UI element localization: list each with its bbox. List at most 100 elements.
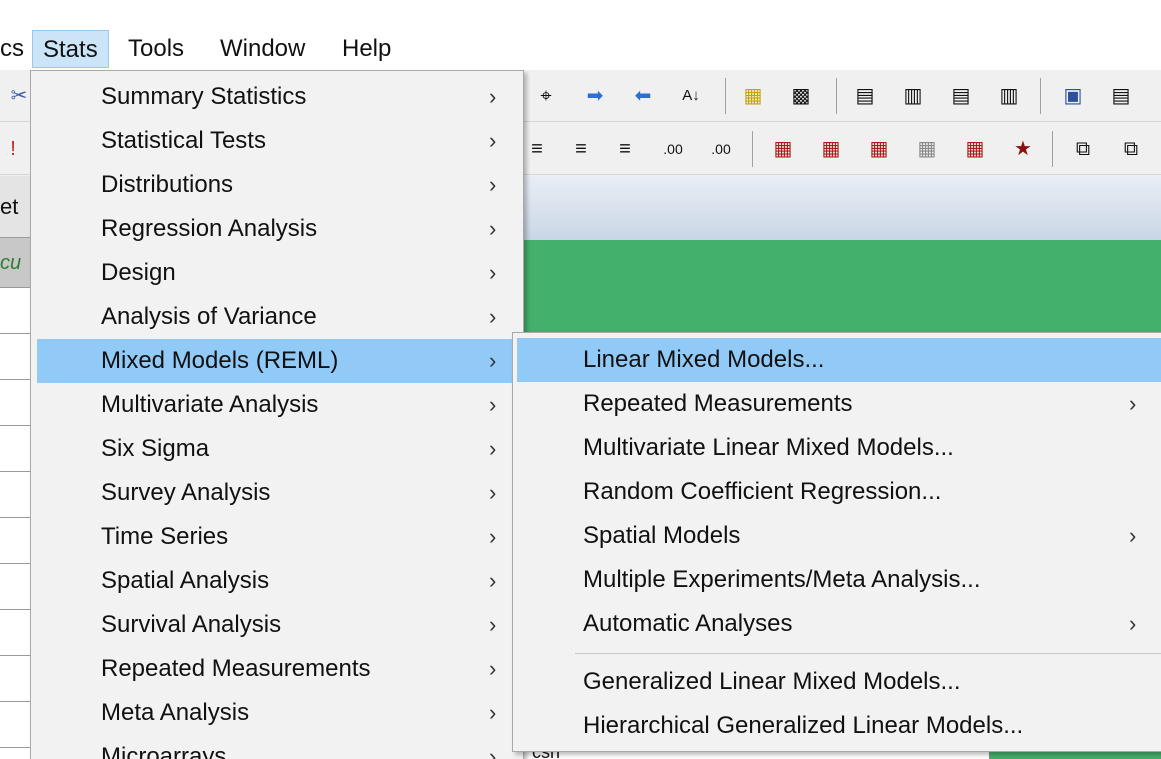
menu-item-spatial-models[interactable]: Spatial Models ›	[513, 514, 1161, 558]
chevron-right-icon: ›	[489, 568, 497, 593]
spreadsheet-icon[interactable]: ▦	[740, 83, 766, 109]
menu-item-multiple-experiments-meta-analysis[interactable]: Multiple Experiments/Meta Analysis...	[513, 558, 1161, 602]
chevron-right-icon: ›	[489, 172, 497, 197]
menu-item-regression-analysis[interactable]: Regression Analysis ›	[31, 207, 523, 251]
chevron-right-icon: ›	[489, 612, 497, 637]
chevron-right-icon: ›	[1129, 523, 1137, 548]
menu-item-label: Linear Mixed Models...	[583, 346, 825, 373]
menu-item-label: Repeated Measurements	[101, 655, 371, 682]
left-col-cell	[0, 288, 32, 334]
align-left-icon[interactable]: ≡	[524, 136, 550, 162]
menu-item-generalized-linear-mixed-models[interactable]: Generalized Linear Mixed Models...	[513, 660, 1161, 704]
menu-item-label: Six Sigma	[101, 435, 210, 462]
toolbar-separator	[1040, 78, 1041, 114]
menu-stats[interactable]: Stats	[32, 30, 109, 68]
menu-bar: cs Stats Tools Window Help	[0, 28, 1161, 70]
cut-icon[interactable]: ✂	[6, 83, 32, 109]
toolbar-separator	[836, 78, 837, 114]
menu-item-summary-statistics[interactable]: Summary Statistics ›	[31, 75, 523, 119]
menu-item-label: Analysis of Variance	[101, 303, 317, 330]
menu-item-linear-mixed-models[interactable]: Linear Mixed Models...	[517, 338, 1161, 382]
paste-icon[interactable]: ▤	[1108, 83, 1134, 109]
menu-item-design[interactable]: Design ›	[31, 251, 523, 295]
find-icon[interactable]: ⌖	[533, 83, 559, 109]
arrow-right-icon[interactable]: ➡	[582, 83, 608, 109]
chevron-right-icon: ›	[1129, 391, 1137, 416]
menu-item-label: Statistical Tests	[101, 127, 266, 154]
menu-item-hierarchical-generalized-linear-models[interactable]: Hierarchical Generalized Linear Models..…	[513, 704, 1161, 748]
menu-item-label: Time Series	[101, 523, 229, 550]
left-col-cell	[0, 426, 32, 472]
calculator-icon[interactable]: ▩	[788, 83, 814, 109]
align-right-icon[interactable]: ≡	[612, 136, 638, 162]
menu-item-label: Generalized Linear Mixed Models...	[583, 668, 961, 695]
delete-icon[interactable]: ▥	[996, 83, 1022, 109]
highlight-cells-icon[interactable]: ▦	[818, 136, 844, 162]
toolbar-separator	[752, 131, 753, 167]
left-col-cell	[0, 334, 32, 380]
left-col-cell	[0, 472, 32, 518]
menu-tools[interactable]: Tools	[118, 30, 194, 68]
factor-levels-icon[interactable]: ▦	[962, 136, 988, 162]
menu-help[interactable]: Help	[332, 30, 401, 68]
menu-item-label: Random Coefficient Regression...	[583, 478, 942, 505]
menu-item-multivariate-analysis[interactable]: Multivariate Analysis ›	[31, 383, 523, 427]
menu-item-label: Automatic Analyses	[583, 610, 793, 637]
menu-item-multivariate-linear-mixed-models[interactable]: Multivariate Linear Mixed Models...	[513, 426, 1161, 470]
paste-special-icon[interactable]: ⧉	[1118, 136, 1144, 162]
menu-item-survival-analysis[interactable]: Survival Analysis ›	[31, 603, 523, 647]
sort-az-icon[interactable]: A↓	[678, 83, 704, 109]
menu-item-label: Microarrays	[101, 743, 227, 759]
chevron-right-icon: ›	[489, 656, 497, 681]
menu-item-mixed-models-reml[interactable]: Mixed Models (REML) ›	[37, 339, 523, 383]
clear-cells-icon[interactable]: ▦	[914, 136, 940, 162]
chevron-right-icon: ›	[489, 744, 497, 759]
copy-data-icon[interactable]: ▣	[1060, 83, 1086, 109]
arrow-left-icon[interactable]: ⬅	[630, 83, 656, 109]
menu-item-random-coefficient-regression[interactable]: Random Coefficient Regression...	[513, 470, 1161, 514]
chevron-right-icon: ›	[489, 260, 497, 285]
decrease-decimals-icon[interactable]: .00	[660, 136, 686, 162]
chevron-right-icon: ›	[489, 700, 497, 725]
chevron-right-icon: ›	[489, 128, 497, 153]
stats-menu: Summary Statistics › Statistical Tests ›…	[30, 70, 524, 759]
spreadsheet-left-column: et cu	[0, 176, 32, 759]
menu-item-label: Survival Analysis	[101, 611, 282, 638]
menu-separator	[575, 653, 1161, 654]
chevron-right-icon: ›	[489, 84, 497, 109]
left-col-cell: cu	[0, 238, 32, 288]
left-col-cell	[0, 610, 32, 656]
chevron-right-icon: ›	[489, 304, 497, 329]
menu-window[interactable]: Window	[210, 30, 315, 68]
insert-rows-icon[interactable]: ▤	[852, 83, 878, 109]
copy-icon[interactable]: ⧉	[1070, 136, 1096, 162]
menu-item-survey-analysis[interactable]: Survey Analysis ›	[31, 471, 523, 515]
menu-item-analysis-of-variance[interactable]: Analysis of Variance ›	[31, 295, 523, 339]
chevron-right-icon: ›	[489, 436, 497, 461]
restrict-cells-icon[interactable]: ▦	[866, 136, 892, 162]
star-icon[interactable]: ★	[1010, 136, 1036, 162]
error-cells-icon[interactable]: ▦	[770, 136, 796, 162]
left-col-cell	[0, 518, 32, 564]
menu-item-repeated-measurements[interactable]: Repeated Measurements ›	[31, 647, 523, 691]
menu-item-statistical-tests[interactable]: Statistical Tests ›	[31, 119, 523, 163]
chevron-right-icon: ›	[489, 348, 497, 373]
left-col-cell	[0, 564, 32, 610]
menu-item-microarrays[interactable]: Microarrays ›	[31, 735, 523, 759]
menu-item-time-series[interactable]: Time Series ›	[31, 515, 523, 559]
missing-value-icon[interactable]: !	[0, 136, 26, 162]
chevron-right-icon: ›	[489, 480, 497, 505]
increase-decimals-icon[interactable]: .00	[708, 136, 734, 162]
menu-item-automatic-analyses[interactable]: Automatic Analyses ›	[513, 602, 1161, 646]
insert-columns-icon[interactable]: ▥	[900, 83, 926, 109]
menu-item-spatial-analysis[interactable]: Spatial Analysis ›	[31, 559, 523, 603]
menu-item-meta-analysis[interactable]: Meta Analysis ›	[31, 691, 523, 735]
menu-item-repeated-measurements-sub[interactable]: Repeated Measurements ›	[513, 382, 1161, 426]
menu-item-label: Multiple Experiments/Meta Analysis...	[583, 566, 981, 593]
menu-graphics-partial[interactable]: cs	[0, 30, 34, 68]
menu-item-distributions[interactable]: Distributions ›	[31, 163, 523, 207]
menu-item-six-sigma[interactable]: Six Sigma ›	[31, 427, 523, 471]
edit-icon[interactable]: ▤	[948, 83, 974, 109]
left-col-cell	[0, 656, 32, 702]
align-center-icon[interactable]: ≡	[568, 136, 594, 162]
